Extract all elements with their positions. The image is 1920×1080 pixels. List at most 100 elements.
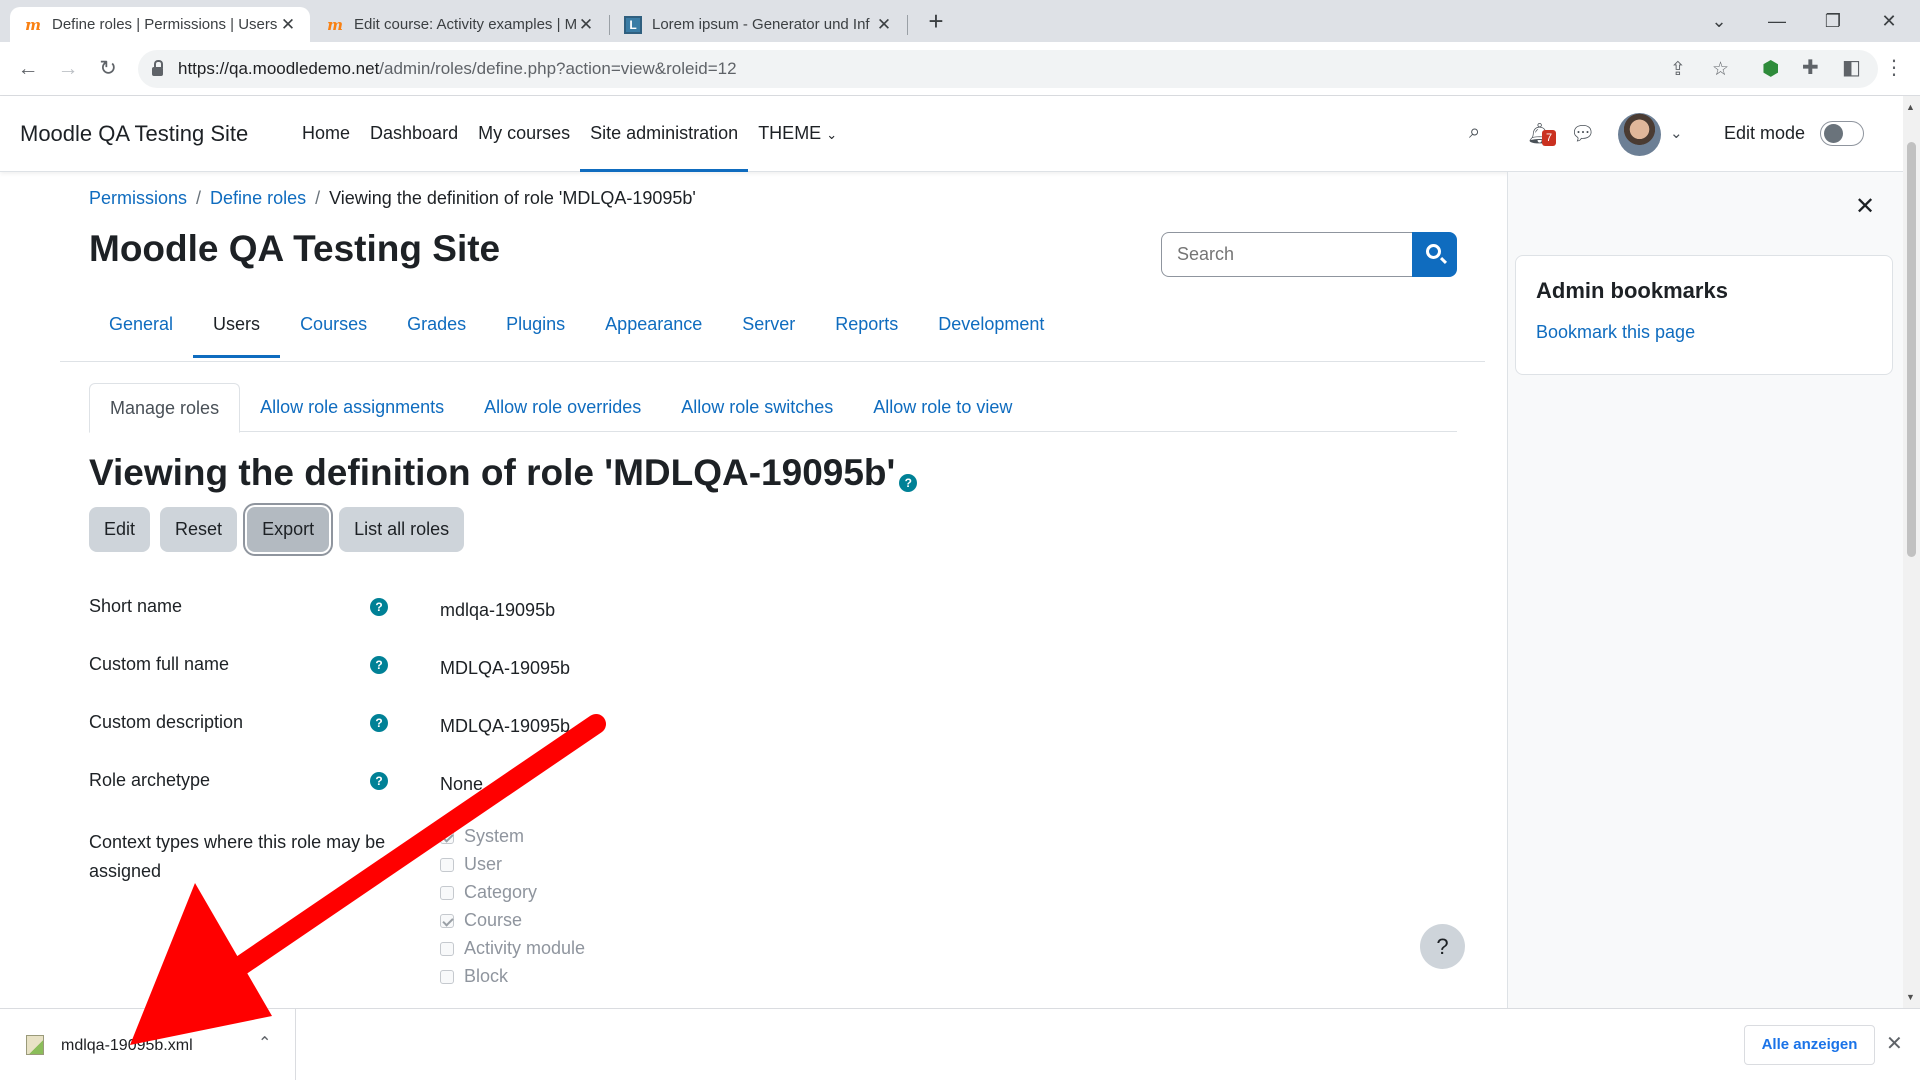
context-option-activity-module[interactable]: Activity module (440, 938, 585, 959)
browser-tab-define-roles[interactable]: m Define roles | Permissions | Users ✕ (10, 7, 310, 42)
context-option-block[interactable]: Block (440, 966, 508, 987)
nav-dashboard[interactable]: Dashboard (360, 96, 468, 172)
avatar[interactable] (1618, 113, 1661, 156)
field-value: None (440, 774, 484, 794)
tab-manage-roles[interactable]: Manage roles (89, 383, 241, 433)
secnav-users[interactable]: Users (193, 300, 281, 358)
lorem-icon: L (624, 15, 642, 34)
field-label: Custom full name (89, 654, 230, 674)
window-close-icon[interactable]: ✕ (1866, 6, 1912, 36)
restore-icon[interactable]: ❐ (1810, 6, 1856, 36)
browser-tab-lorem[interactable]: L Lorem ipsum - Generator und Inf ✕ (610, 7, 906, 42)
breadcrumb-define-roles[interactable]: Define roles (210, 188, 306, 208)
field-label: Custom description (89, 712, 244, 732)
nav-site-administration[interactable]: Site administration (580, 96, 749, 172)
context-option-system[interactable]: System (440, 826, 524, 847)
breadcrumb-permissions[interactable]: Permissions (89, 188, 187, 208)
context-option-user[interactable]: User (440, 854, 502, 875)
export-button[interactable]: Export (247, 507, 330, 552)
forward-icon[interactable]: → (54, 55, 82, 83)
messages-icon[interactable]: 💬︎ (1570, 121, 1595, 146)
search-input[interactable] (1161, 232, 1413, 277)
extensions-puzzle-icon[interactable]: ✚ (1802, 55, 1819, 80)
search-icon[interactable]: ⌕ (1469, 121, 1480, 144)
close-icon[interactable]: ✕ (1886, 1031, 1903, 1056)
context-option-course[interactable]: Course (440, 910, 522, 931)
close-icon[interactable]: ✕ (576, 15, 596, 35)
admin-drawer: ✕ Admin bookmarks Bookmark this page (1507, 172, 1903, 1008)
secondary-navigation: General Users Courses Grades Plugins App… (89, 300, 1064, 358)
file-icon (26, 1035, 44, 1055)
side-panel-icon[interactable]: ◧ (1842, 55, 1861, 80)
download-item[interactable]: mdlqa-19095b.xml ⌃ (0, 1009, 296, 1080)
tab-allow-role-switches[interactable]: Allow role switches (661, 383, 853, 432)
help-button[interactable]: ? (1420, 924, 1465, 969)
star-icon[interactable]: ☆ (1712, 58, 1729, 81)
browser-menu-icon[interactable]: ⋮ (1884, 55, 1904, 80)
edit-mode-toggle[interactable] (1820, 121, 1864, 146)
scroll-up-icon[interactable]: ▲ (1906, 102, 1915, 112)
back-icon[interactable]: ← (14, 55, 42, 83)
divider (60, 361, 1485, 362)
url-text: https://qa.moodledemo.net/admin/roles/de… (178, 59, 737, 78)
help-icon[interactable]: ? (370, 772, 388, 790)
notification-badge: 7 (1542, 130, 1556, 146)
share-icon[interactable]: ⇪ (1670, 58, 1686, 81)
breadcrumb-current: Viewing the definition of role 'MDLQA-19… (329, 188, 696, 208)
tab-allow-role-overrides[interactable]: Allow role overrides (464, 383, 661, 432)
secnav-grades[interactable]: Grades (387, 300, 486, 358)
chevron-up-icon[interactable]: ⌃ (258, 1033, 271, 1053)
secnav-appearance[interactable]: Appearance (585, 300, 722, 358)
moodle-icon: m (327, 15, 343, 34)
tab-separator (907, 15, 908, 35)
page-scrollbar[interactable]: ▲ ▼ (1903, 96, 1920, 1008)
help-icon[interactable]: ? (899, 474, 918, 492)
reset-button[interactable]: Reset (160, 507, 238, 552)
show-all-button[interactable]: Alle anzeigen (1744, 1025, 1875, 1065)
checkbox[interactable] (440, 941, 454, 956)
tab-allow-role-assignments[interactable]: Allow role assignments (240, 383, 464, 432)
tab-allow-role-to-view[interactable]: Allow role to view (853, 383, 1032, 432)
context-option-category[interactable]: Category (440, 882, 537, 903)
minimize-icon[interactable]: — (1754, 6, 1800, 36)
secnav-server[interactable]: Server (722, 300, 815, 358)
help-icon[interactable]: ? (370, 598, 388, 616)
nav-theme[interactable]: THEME ⌄ (748, 96, 847, 172)
tab-search-chevron-icon[interactable]: ⌄ (1696, 6, 1742, 36)
bookmark-this-page-link[interactable]: Bookmark this page (1536, 322, 1872, 343)
close-icon[interactable]: ✕ (874, 15, 894, 35)
secnav-development[interactable]: Development (918, 300, 1064, 358)
extension-shield-icon[interactable]: ⬢ (1762, 56, 1779, 81)
scrollbar-thumb[interactable] (1907, 142, 1916, 557)
list-all-roles-button[interactable]: List all roles (339, 507, 465, 552)
scroll-down-icon[interactable]: ▼ (1906, 992, 1915, 1002)
checkbox[interactable] (440, 913, 454, 928)
close-icon[interactable]: ✕ (1855, 192, 1875, 221)
site-brand[interactable]: Moodle QA Testing Site (20, 121, 248, 147)
nav-my-courses[interactable]: My courses (468, 96, 580, 172)
help-icon[interactable]: ? (370, 656, 388, 674)
close-icon[interactable]: ✕ (278, 15, 298, 35)
secnav-courses[interactable]: Courses (280, 300, 387, 358)
secnav-plugins[interactable]: Plugins (486, 300, 585, 358)
field-value: MDLQA-19095b (440, 658, 571, 678)
help-icon[interactable]: ? (370, 714, 388, 732)
tab-title: Define roles | Permissions | Users (52, 16, 278, 33)
reload-icon[interactable]: ↻ (94, 55, 122, 83)
edit-button[interactable]: Edit (89, 507, 151, 552)
search-button[interactable] (1412, 232, 1457, 277)
browser-tab-edit-course[interactable]: m Edit course: Activity examples | M ✕ (312, 7, 608, 42)
address-bar[interactable]: https://qa.moodledemo.net/admin/roles/de… (138, 50, 1878, 88)
nav-home[interactable]: Home (292, 96, 360, 172)
edit-mode-label: Edit mode (1724, 123, 1806, 143)
field-label: Role archetype (89, 770, 211, 790)
checkbox[interactable] (440, 969, 454, 984)
checkbox[interactable] (440, 857, 454, 872)
new-tab-icon[interactable]: + (922, 8, 950, 36)
chevron-down-icon[interactable]: ⌄ (1670, 124, 1683, 142)
checkbox[interactable] (440, 885, 454, 900)
checkbox[interactable] (440, 829, 454, 844)
secnav-general[interactable]: General (89, 300, 193, 358)
secnav-reports[interactable]: Reports (815, 300, 918, 358)
chevron-down-icon: ⌄ (826, 127, 838, 142)
